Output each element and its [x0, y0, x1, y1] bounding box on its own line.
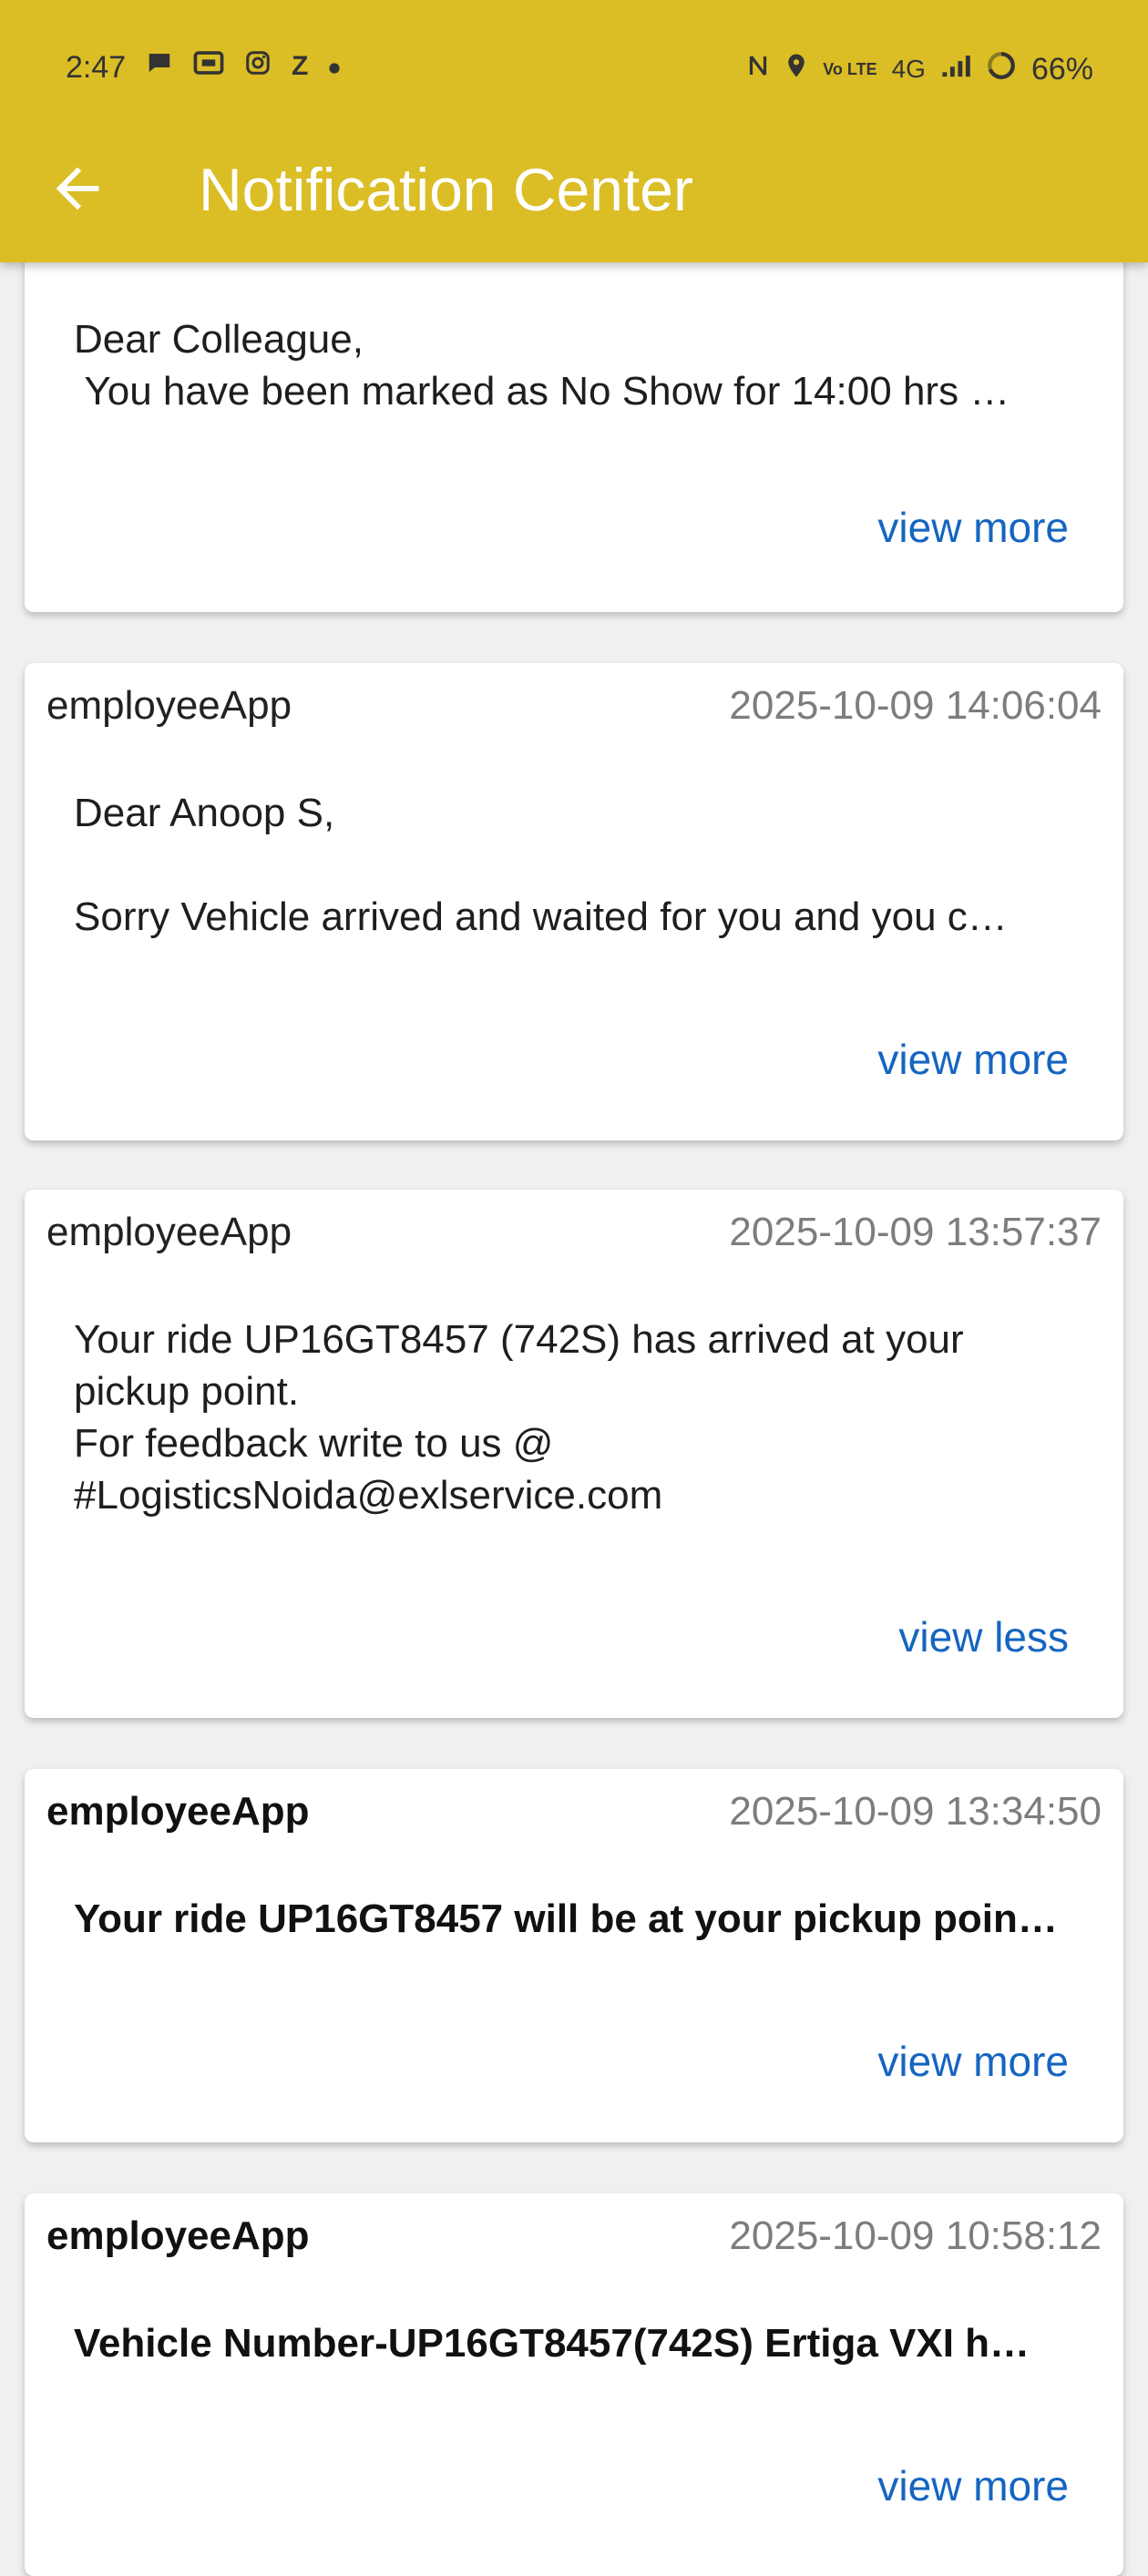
notification-card[interactable]: Dear Colleague, You have been marked as …	[25, 219, 1123, 612]
notification-sender: employeeApp	[46, 1210, 292, 1254]
zomato-icon: Z	[292, 51, 309, 81]
view-more-link[interactable]: view more	[877, 503, 1069, 552]
status-left-icons: Z	[146, 49, 341, 84]
notification-date: 2025-10-09 13:34:50	[729, 1789, 1102, 1834]
notification-date: 2025-10-09 13:57:37	[729, 1210, 1102, 1254]
status-time: 2:47	[66, 50, 127, 85]
view-less-link[interactable]: view less	[898, 1612, 1069, 1661]
status-right-icons: Vo LTE 4G 66%	[746, 50, 1093, 88]
notification-body: Vehicle Number-UP16GT8457(742S) Ertiga V…	[74, 2321, 1030, 2366]
location-icon	[784, 52, 808, 87]
view-more-link[interactable]: view more	[877, 2037, 1069, 2086]
notification-date: 2025-10-09 14:06:04	[729, 683, 1102, 728]
notification-card[interactable]: employeeApp 2025-10-09 13:34:50 Your rid…	[25, 1769, 1123, 2142]
volte-icon: Vo LTE	[823, 60, 877, 78]
view-more-link[interactable]: view more	[877, 1035, 1069, 1084]
notification-body: Your ride UP16GT8457 will be at your pic…	[74, 1896, 1058, 1941]
paytm-icon	[193, 49, 224, 84]
notification-card[interactable]: employeeApp 2025-10-09 13:57:37 Your rid…	[25, 1190, 1123, 1718]
chat-icon	[146, 49, 173, 84]
dot-icon	[328, 51, 341, 82]
battery-percent: 66%	[1030, 51, 1093, 87]
notification-body: Your ride UP16GT8457 (742S) has arrived …	[74, 1317, 964, 1518]
nfc-icon	[746, 52, 770, 87]
notification-date: 2025-10-09 10:58:12	[729, 2213, 1102, 2258]
signal-icon	[940, 52, 971, 87]
view-more-link[interactable]: view more	[877, 2461, 1069, 2510]
back-button[interactable]	[46, 157, 109, 220]
notification-body-line2: Sorry Vehicle arrived and waited for you…	[74, 894, 1008, 939]
battery-icon	[986, 50, 1017, 88]
notification-card[interactable]: employeeApp 2025-10-09 14:06:04 Dear Ano…	[25, 663, 1123, 1140]
instagram-icon	[244, 49, 272, 84]
notification-body-line1: Dear Anoop S,	[74, 791, 335, 835]
app-bar: 2:47 Z Vo LTE 4G 66% Notification Center	[0, 0, 1148, 262]
arrow-left-icon	[56, 167, 99, 210]
notification-sender: employeeApp	[46, 1789, 310, 1834]
notification-sender: employeeApp	[46, 683, 292, 728]
notification-body: Dear Colleague, You have been marked as …	[74, 317, 1010, 414]
notification-card[interactable]: employeeApp 2025-10-09 10:58:12 Vehicle …	[25, 2193, 1123, 2576]
status-bar: 2:47 Z Vo LTE 4G 66%	[0, 36, 1148, 100]
page-title: Notification Center	[199, 156, 693, 223]
toolbar: Notification Center	[0, 137, 1148, 237]
network-type: 4G	[891, 55, 926, 83]
notification-sender: employeeApp	[46, 2213, 310, 2258]
